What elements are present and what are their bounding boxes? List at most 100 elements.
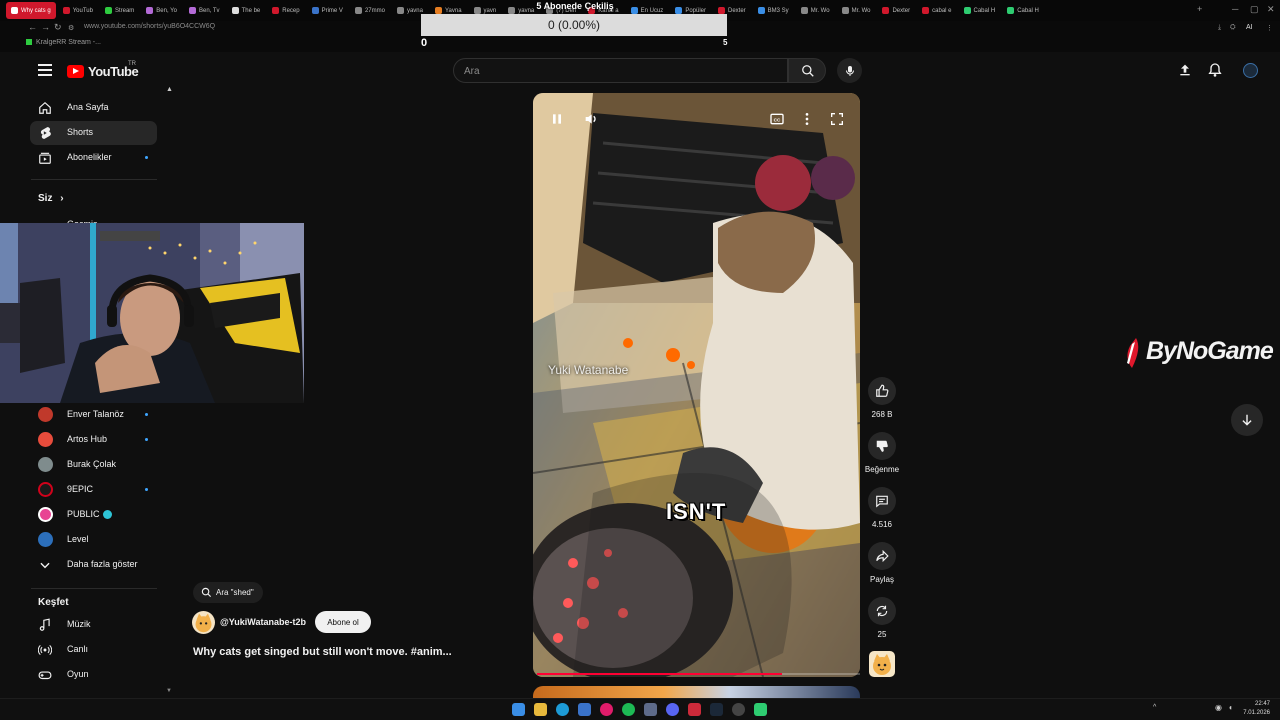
discord-icon[interactable] [666,703,679,716]
maximize-icon[interactable]: ▢ [1250,4,1259,15]
store-icon[interactable] [578,703,591,716]
bookmark-item[interactable]: KralgeRR Stream -... [26,39,101,46]
wifi-icon[interactable]: ◉ [1215,703,1222,712]
new-tab-icon[interactable]: + [1197,4,1202,14]
browser-tab[interactable]: BM3 Sy [753,2,794,19]
browser-tab[interactable]: Stream [100,2,139,19]
browser-tab[interactable]: Ben, Yo [141,2,182,19]
ai-button[interactable]: AI [1246,24,1253,31]
related-search-chip[interactable]: Ara "shed" [193,582,263,603]
url-field[interactable]: www.youtube.com/shorts/yuB6O4CCW6Q [84,23,215,30]
browser-tab[interactable]: Mr. Wo [796,2,835,19]
notifications-bell-icon[interactable] [1207,62,1223,78]
forward-icon[interactable]: → [41,22,50,32]
channel-handle[interactable]: @YukiWatanabe-t2b [220,617,306,627]
browser-tab[interactable]: Dexter [877,2,915,19]
close-window-icon[interactable]: ✕ [1267,4,1275,15]
file-explorer-icon[interactable] [534,703,547,716]
browser-tab[interactable]: Mr. Wo [837,2,876,19]
sidebar-item-music[interactable]: Müzik [30,613,157,637]
fullscreen-icon[interactable] [829,111,845,127]
app-icon[interactable] [754,703,767,716]
account-avatar[interactable] [1243,63,1258,78]
volume-icon[interactable] [583,111,599,127]
share-icon [876,549,889,563]
browser-tab[interactable]: The be [227,2,266,19]
browser-tab[interactable]: cabal e [917,2,956,19]
browser-icon[interactable] [600,703,613,716]
subscribe-button[interactable]: Abone ol [315,611,371,633]
extensions-icon[interactable]: ⛭ [1230,24,1236,32]
tab-favicon-icon [963,7,971,14]
voice-search-button[interactable] [837,58,862,83]
browser-tab[interactable]: YouTub [58,2,98,19]
browser-tab[interactable]: Recep [267,2,304,19]
sidebar-show-more[interactable]: Daha fazla göster [30,553,157,577]
tab-favicon-icon [508,7,516,14]
pause-icon[interactable] [549,111,565,127]
sidebar-subscription-item[interactable]: Level [30,528,157,552]
tab-active[interactable]: Why cats g [6,2,56,19]
video-progress-bar[interactable] [537,673,860,675]
spotify-icon[interactable] [622,703,635,716]
minimize-icon[interactable]: ─ [1232,4,1238,14]
downloads-icon[interactable]: ⤓ [1218,24,1221,32]
scroll-up-arrow-icon[interactable]: ▲ [166,86,173,93]
site-info-icon[interactable]: ⚙ [68,24,74,32]
speaker-icon[interactable]: ◖ [1228,703,1233,712]
remix-button[interactable] [868,597,896,625]
tab-favicon-icon [354,7,362,14]
share-button[interactable] [868,542,896,570]
sidebar-subscription-item[interactable]: 9EPIC [30,478,157,502]
thumbs-up-icon [876,384,889,397]
clock-date[interactable]: 7.01.2026 [1240,710,1270,716]
browser-tab[interactable]: Ben, Tv [184,2,225,19]
sidebar-item-gaming[interactable]: Oyun [30,663,157,687]
sidebar-item-live[interactable]: Canlı [30,638,157,662]
video-title[interactable]: Why cats get singed but still won't move… [193,646,493,658]
browser-tab[interactable]: Cabal H [959,2,1001,19]
back-icon[interactable]: ← [28,22,37,32]
reload-icon[interactable]: ↻ [54,22,62,33]
closed-captions-icon[interactable]: CC [769,111,785,127]
sidebar-item-subscriptions[interactable]: Abonelikler [30,146,157,170]
sidebar-you-heading[interactable]: Siz › [38,193,64,204]
app-icon[interactable] [688,703,701,716]
hamburger-menu-icon[interactable] [38,64,52,76]
search-icon [201,587,212,598]
sound-thumbnail[interactable] [869,651,895,677]
menu-icon[interactable]: ⋮ [1266,24,1273,32]
more-options-icon[interactable] [799,111,815,127]
obs-icon[interactable] [732,703,745,716]
steam-icon[interactable] [710,703,723,716]
like-button[interactable] [868,377,896,405]
channel-avatar[interactable] [192,611,215,634]
app-icon[interactable] [644,703,657,716]
clock-time[interactable]: 22:47 [1250,701,1270,707]
sidebar-subscription-item[interactable]: Enver Talanöz [30,403,157,427]
search-input[interactable] [464,63,764,79]
sidebar-item-shorts[interactable]: Shorts [30,121,157,145]
sidebar-subscription-item[interactable]: Burak Çolak [30,453,157,477]
sidebar-subscription-item[interactable]: PUBLIC [30,503,157,527]
windows-start-icon[interactable] [512,703,525,716]
next-video-button[interactable] [1231,404,1263,436]
browser-tab[interactable]: Prime V [307,2,348,19]
tray-up-arrow-icon[interactable]: ^ [1153,704,1156,711]
comments-button[interactable] [868,487,896,515]
scroll-down-arrow-icon[interactable]: ▼ [166,688,172,694]
browser-tab[interactable]: 27mmo [350,2,390,19]
shorts-video-player[interactable] [533,93,860,677]
live-icon [38,644,52,656]
edge-icon[interactable] [556,703,569,716]
browser-tab[interactable]: Cabal H [1002,2,1044,19]
search-button[interactable] [788,58,826,83]
search-box [453,58,788,83]
tab-favicon-icon [675,7,683,14]
dislike-button[interactable] [868,432,896,460]
tab-favicon-icon [62,7,70,14]
youtube-logo[interactable]: YouTube TR [67,61,139,79]
sidebar-subscription-item[interactable]: Artos Hub [30,428,157,452]
upload-icon[interactable] [1177,62,1193,78]
sidebar-item-home[interactable]: Ana Sayfa [30,96,157,120]
